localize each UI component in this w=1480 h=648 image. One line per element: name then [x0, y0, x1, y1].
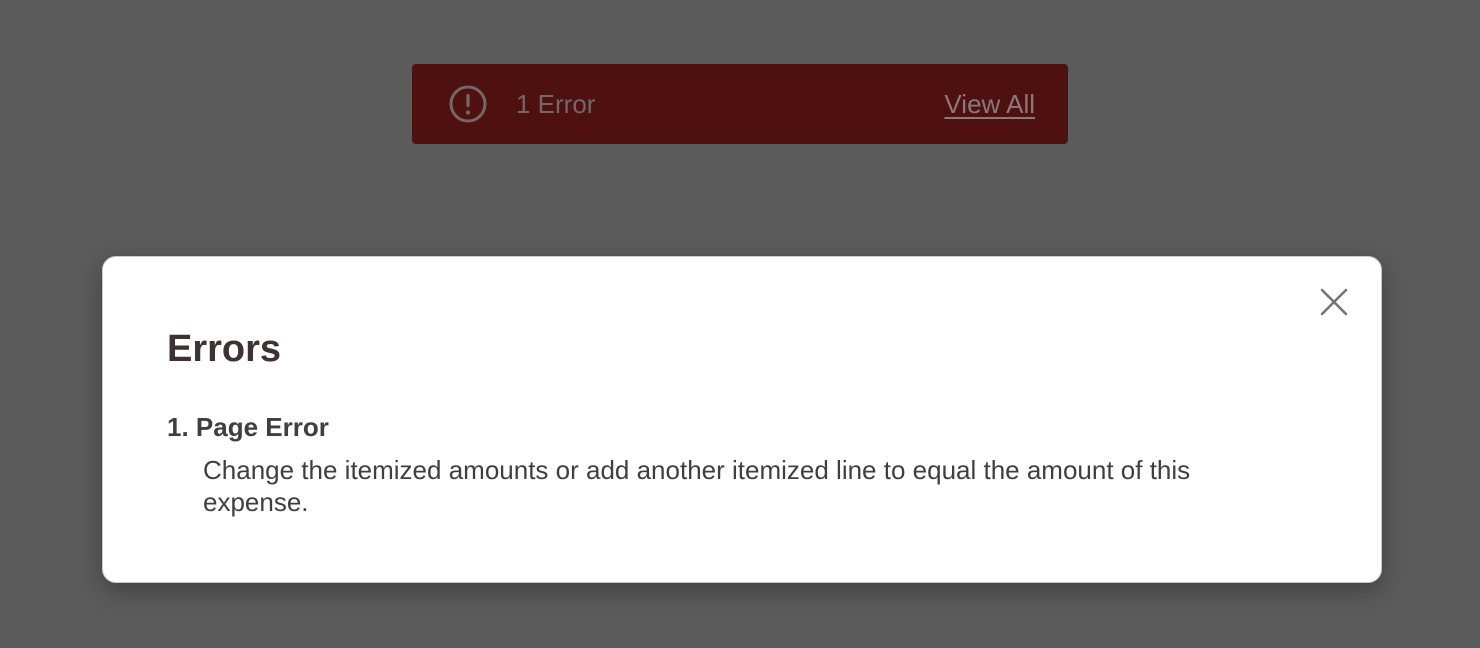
- error-item-message: Change the itemized amounts or add anoth…: [203, 455, 1191, 517]
- error-count: 1 Error: [516, 88, 596, 119]
- close-icon: [1319, 287, 1349, 322]
- close-button[interactable]: [1317, 287, 1351, 321]
- error-list: 1. Page Error Change the itemized amount…: [167, 410, 1287, 518]
- view-all-link[interactable]: View All: [944, 89, 1035, 120]
- errors-modal: Errors 1. Page Error Change the itemized…: [102, 256, 1382, 583]
- exclamation-circle-icon: [448, 84, 488, 124]
- error-banner: 1 Error View All: [412, 64, 1068, 144]
- modal-title: Errors: [167, 328, 282, 370]
- error-item: 1. Page Error Change the itemized amount…: [167, 410, 1287, 518]
- error-item-title: 1. Page Error: [167, 412, 329, 442]
